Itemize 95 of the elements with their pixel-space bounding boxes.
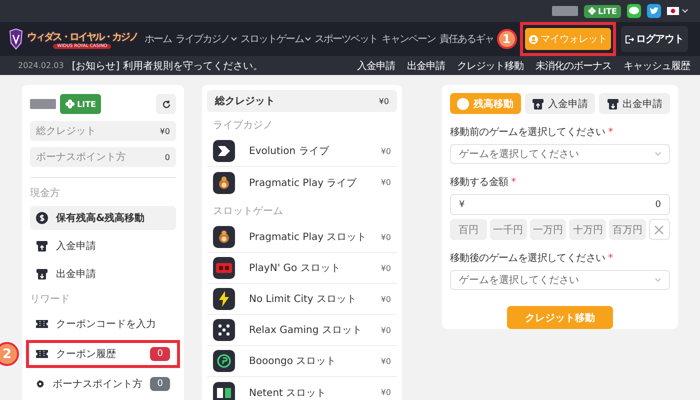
step-number-badge: 2 xyxy=(0,342,19,366)
game-balance: ¥0 xyxy=(380,294,391,304)
quick-link[interactable]: クレジット移動 xyxy=(457,58,524,72)
quick-link[interactable]: 未消化のボーナス xyxy=(536,58,612,72)
amount-preset-button[interactable]: 一万円 xyxy=(530,219,566,240)
logout-icon xyxy=(625,34,634,44)
caret-icon xyxy=(682,9,688,13)
game-balance: ¥0 xyxy=(380,232,391,242)
clover-icon xyxy=(588,7,596,15)
game-name: Relax Gaming スロット xyxy=(249,324,362,337)
game-balance: ¥0 xyxy=(380,356,391,366)
bird-icon[interactable] xyxy=(647,4,661,18)
deposit-icon xyxy=(36,240,48,252)
lite-badge: LITE xyxy=(60,94,101,114)
close-icon xyxy=(654,224,664,234)
dice-icon xyxy=(213,319,235,341)
lite-badge: LITE xyxy=(584,4,621,18)
caret-icon xyxy=(304,37,310,41)
summary-row: ボーナスポイント方 0 xyxy=(30,147,176,167)
summary-row: 総クレジット ¥0 xyxy=(30,121,176,141)
game-name: No Limit City スロット xyxy=(249,293,357,306)
game-name: Pragmatic Play スロット xyxy=(249,231,367,244)
quick-link[interactable]: キャッシュ履歴 xyxy=(624,58,690,72)
amount-preset-button[interactable]: 一千円 xyxy=(490,219,527,240)
count-badge: 0 xyxy=(150,347,170,361)
quick-link[interactable]: 入金申請 xyxy=(357,58,395,72)
field-label: 移動後のゲームを選択してください * xyxy=(450,252,614,265)
chat-app-icon[interactable] xyxy=(627,4,641,18)
caret-icon xyxy=(230,37,236,41)
tab[interactable]: 入金申請 xyxy=(524,93,596,114)
withdraw-icon xyxy=(606,98,619,110)
section-title: ライブカジノ xyxy=(212,118,274,133)
deposit-icon xyxy=(532,98,544,110)
game-balance: ¥0 xyxy=(380,264,391,272)
ticket-icon xyxy=(36,349,48,359)
game-balance: ¥0 xyxy=(380,388,391,397)
logout-button[interactable]: ログアウト xyxy=(621,26,688,52)
ticket-icon xyxy=(36,319,48,329)
game-name: Booongo スロット xyxy=(249,355,336,368)
refresh-icon xyxy=(162,100,170,108)
amount-preset-button[interactable]: 百万円 xyxy=(609,219,646,240)
refresh-button[interactable] xyxy=(156,94,176,114)
menu-item[interactable]: 入金申請 xyxy=(30,234,176,258)
game-balance: ¥0 xyxy=(380,146,391,156)
game-balance: ¥0 xyxy=(380,326,391,334)
tab[interactable]: 出金申請 xyxy=(599,93,670,114)
menu-item[interactable]: クーポンコードを入力 xyxy=(30,312,176,336)
chevron-down-icon xyxy=(655,278,661,282)
quick-link[interactable]: 出金申請 xyxy=(407,58,445,72)
notice-text: [お知らせ] 利用者規則を守ってください。 xyxy=(72,60,263,72)
monkey-logo-icon xyxy=(213,172,235,194)
step-number-badge: 1 xyxy=(496,29,516,49)
menu-item[interactable]: クーポン履歴 0 xyxy=(30,343,176,365)
withdraw-icon xyxy=(36,268,48,280)
playngo-logo-icon xyxy=(213,257,235,279)
game-name: Evolution ライブ xyxy=(249,144,329,158)
game-name: Pragmatic Play ライブ xyxy=(249,176,357,190)
nav-link[interactable]: キャンペーン xyxy=(382,32,436,46)
flag-icon[interactable] xyxy=(667,7,679,15)
section-title: リワード xyxy=(30,293,71,307)
nav-link[interactable]: スポーツベット xyxy=(314,32,378,46)
logo-title: ウィダス・ロイヤル・カジノ xyxy=(27,30,138,44)
game-select[interactable]: ゲームを選択してください xyxy=(450,144,670,164)
amount-field[interactable]: ¥ 0 xyxy=(450,194,670,215)
gear-icon xyxy=(36,378,44,390)
monkey-logo-icon xyxy=(213,226,235,248)
section-title: スロットゲーム xyxy=(212,205,284,219)
nav-link[interactable]: ホーム xyxy=(144,32,172,46)
clover-icon xyxy=(65,99,75,109)
nav-link[interactable]: スロットゲーム xyxy=(240,32,310,46)
game-select[interactable]: ゲームを選択してください xyxy=(450,270,670,290)
menu-item[interactable]: ボーナスポイント方 0 xyxy=(30,372,176,396)
nav-link[interactable]: 責任あるギャ xyxy=(440,32,494,46)
circle-logo-icon xyxy=(213,350,235,372)
menu-item[interactable]: 出金申請 xyxy=(30,262,176,286)
amount-preset-button[interactable]: 百円 xyxy=(450,219,487,240)
blurred-username xyxy=(552,6,578,16)
field-label: 移動する金額 * xyxy=(450,176,517,189)
chevron-down-icon xyxy=(655,152,661,156)
total-credit-row: 総クレジット ¥0 xyxy=(207,90,397,112)
game-name: Netent スロット xyxy=(249,386,326,400)
game-name: PlayN' Go スロット xyxy=(249,262,340,275)
lightning-icon xyxy=(213,288,235,310)
menu-item[interactable]: 保有残高&残高移動 xyxy=(30,206,176,230)
nav-link[interactable]: ライブカジノ xyxy=(176,32,236,46)
notice-date: 2024.02.03 xyxy=(18,61,64,70)
count-badge: 0 xyxy=(150,377,170,391)
logo-emblem-icon xyxy=(8,28,24,50)
amount-preset-button[interactable]: 十万円 xyxy=(569,219,606,240)
field-label: 移動前のゲームを選択してください * xyxy=(450,126,614,139)
user-icon xyxy=(528,34,538,44)
chevron-logo-icon xyxy=(213,140,235,162)
section-title: 現金方 xyxy=(30,186,61,201)
blurred-username xyxy=(30,99,56,109)
game-balance: ¥0 xyxy=(380,178,391,187)
